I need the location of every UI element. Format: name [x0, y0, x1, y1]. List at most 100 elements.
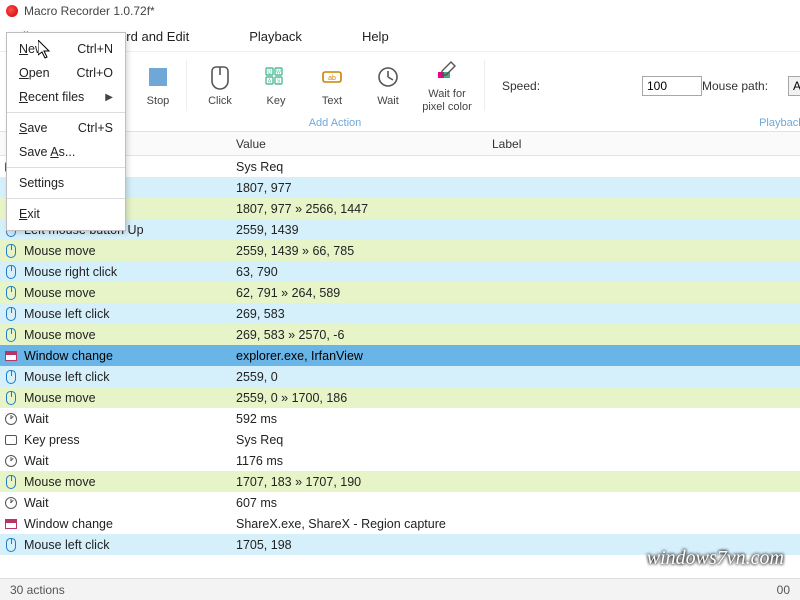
row-value: explorer.exe, IrfanView [236, 349, 800, 363]
svg-text:W: W [276, 69, 281, 75]
text-button[interactable]: ab Text [304, 63, 360, 107]
clock-icon [0, 497, 22, 509]
table-row[interactable]: Wait607 ms [0, 492, 800, 513]
table-row[interactable]: Key pressSys Req [0, 429, 800, 450]
mouse-icon [0, 475, 22, 489]
mouse-path-select[interactable]: As recorded [788, 76, 800, 96]
speed-label: Speed: [502, 79, 580, 93]
stop-button[interactable]: Stop [130, 63, 186, 107]
win-icon [0, 519, 22, 529]
mouse-icon [0, 307, 22, 321]
svg-text:ab: ab [328, 75, 336, 82]
watermark: windows7vn.com [647, 547, 784, 570]
table-row[interactable]: Mouse move62, 791 » 264, 589 [0, 282, 800, 303]
table-row[interactable]: Wait592 ms [0, 408, 800, 429]
playback-props-label: Playback Properties [484, 117, 800, 129]
row-action: Mouse left click [22, 307, 236, 321]
mouse-icon [206, 63, 234, 91]
file-menu-dropdown: NewCtrl+N OpenCtrl+O Recent files▶ SaveC… [6, 32, 126, 231]
row-value: 2559, 0 [236, 370, 800, 384]
row-action: Key press [22, 433, 236, 447]
clock-icon [0, 413, 22, 425]
win-icon [0, 351, 22, 361]
col-label[interactable]: Label [492, 137, 800, 151]
menu-playback[interactable]: Playback [249, 29, 302, 44]
row-value: 592 ms [236, 412, 800, 426]
table-row[interactable]: Mouse move2559, 0 » 1700, 186 [0, 387, 800, 408]
cursor-icon [38, 40, 54, 60]
menu-help[interactable]: Help [362, 29, 389, 44]
mouse-icon [0, 286, 22, 300]
table-row[interactable]: Mouse left click2559, 0 [0, 366, 800, 387]
stop-icon [144, 63, 172, 91]
add-action-label: Add Action [186, 117, 484, 129]
mouse-icon [0, 265, 22, 279]
clock-icon [374, 63, 402, 91]
row-action: Window change [22, 517, 236, 531]
row-action: Mouse left click [22, 538, 236, 552]
row-value: 2559, 1439 » 66, 785 [236, 244, 800, 258]
row-value: 1807, 977 [236, 181, 800, 195]
status-left: 30 actions [10, 583, 65, 597]
mouse-icon [0, 391, 22, 405]
row-action: Mouse move [22, 391, 236, 405]
playback-properties: Speed: Mouse path: As recorded Repeat: P… [484, 52, 800, 131]
table-row[interactable]: Mouse move2559, 1439 » 66, 785 [0, 240, 800, 261]
app-logo-icon [6, 5, 18, 17]
table-row[interactable]: Window changeShareX.exe, ShareX - Region… [0, 513, 800, 534]
click-button[interactable]: Click [192, 63, 248, 107]
row-action: Mouse move [22, 475, 236, 489]
row-value: 1707, 183 » 1707, 190 [236, 475, 800, 489]
mouse-path-label: Mouse path: [702, 79, 780, 93]
row-value: Sys Req [236, 160, 800, 174]
table-row[interactable]: Mouse right click63, 790 [0, 261, 800, 282]
row-value: 2559, 0 » 1700, 186 [236, 391, 800, 405]
table-row[interactable]: Wait1176 ms [0, 450, 800, 471]
color-picker-icon [433, 56, 461, 84]
row-action: Mouse left click [22, 370, 236, 384]
row-value: 63, 790 [236, 265, 800, 279]
row-value: 607 ms [236, 496, 800, 510]
row-value: 269, 583 » 2570, -6 [236, 328, 800, 342]
file-save-as[interactable]: Save As... [7, 140, 125, 164]
file-recent[interactable]: Recent files▶ [7, 85, 125, 109]
status-right: 00 [777, 583, 790, 597]
row-value: 1176 ms [236, 454, 800, 468]
file-open[interactable]: OpenCtrl+O [7, 61, 125, 85]
col-value[interactable]: Value [236, 137, 492, 151]
table-row[interactable]: Mouse move269, 583 » 2570, -6 [0, 324, 800, 345]
mouse-icon [0, 370, 22, 384]
file-exit[interactable]: Exit [7, 202, 125, 226]
table-row[interactable]: Mouse left click269, 583 [0, 303, 800, 324]
table-row[interactable]: Window changeexplorer.exe, IrfanView [0, 345, 800, 366]
svg-text:Q: Q [268, 69, 272, 75]
row-action: Mouse move [22, 286, 236, 300]
row-value: 62, 791 » 264, 589 [236, 286, 800, 300]
row-value: 2559, 1439 [236, 223, 800, 237]
key-button[interactable]: Q W A S Key [248, 63, 304, 107]
row-value: 1807, 977 » 2566, 1447 [236, 202, 800, 216]
wait-pixel-button[interactable]: Wait for pixel color [416, 56, 478, 112]
row-action: Window change [22, 349, 236, 363]
file-settings[interactable]: Settings [7, 171, 125, 195]
wait-button[interactable]: Wait [360, 63, 416, 107]
row-action: Wait [22, 454, 236, 468]
clock-icon [0, 455, 22, 467]
table-row[interactable]: Mouse move1707, 183 » 1707, 190 [0, 471, 800, 492]
row-value: ShareX.exe, ShareX - Region capture [236, 517, 800, 531]
speed-input[interactable] [642, 76, 702, 96]
mouse-icon [0, 244, 22, 258]
file-new[interactable]: NewCtrl+N [7, 37, 125, 61]
window-title: Macro Recorder 1.0.72f* [24, 4, 155, 18]
row-action: Mouse move [22, 328, 236, 342]
status-bar: 30 actions 00 [0, 578, 800, 600]
mouse-icon [0, 328, 22, 342]
key-icon [0, 435, 22, 445]
title-bar: Macro Recorder 1.0.72f* [0, 0, 800, 22]
row-value: Sys Req [236, 433, 800, 447]
file-save[interactable]: SaveCtrl+S [7, 116, 125, 140]
mouse-icon [0, 538, 22, 552]
keyboard-icon: Q W A S [262, 63, 290, 91]
text-icon: ab [318, 63, 346, 91]
chevron-right-icon: ▶ [105, 92, 113, 103]
